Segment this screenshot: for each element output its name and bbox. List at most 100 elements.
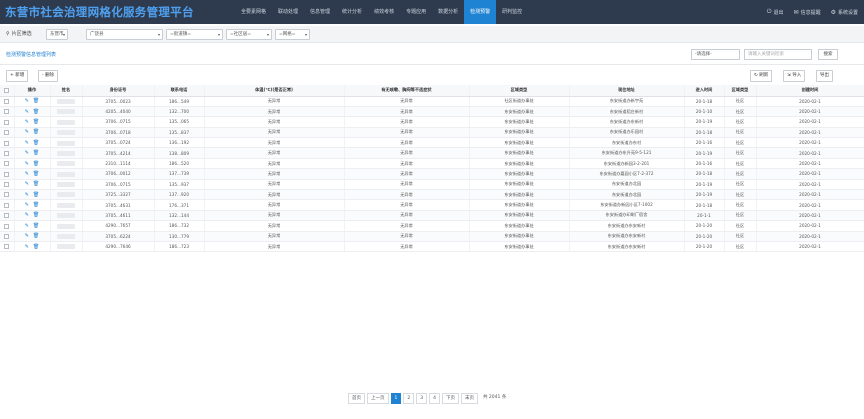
edit-icon[interactable]: ✎: [25, 181, 29, 187]
edit-icon[interactable]: ✎: [25, 171, 29, 177]
row-checkbox[interactable]: [4, 171, 10, 177]
grid-select[interactable]: =网格= ▾: [275, 29, 310, 40]
trash-icon[interactable]: 🗑: [33, 202, 39, 208]
table-cell: 东安街道办嘉园小区7-2-372: [569, 168, 685, 180]
district-select[interactable]: 广饶县 ▾: [86, 29, 163, 40]
trash-icon[interactable]: 🗑: [33, 150, 39, 156]
nav-item[interactable]: 全要素网格: [235, 0, 272, 24]
trash-icon[interactable]: 🗑: [33, 171, 39, 177]
page-number-button[interactable]: 3: [416, 393, 428, 404]
row-checkbox[interactable]: [4, 244, 10, 250]
refresh-button[interactable]: ↻ 刷新: [750, 70, 773, 82]
next-page-button[interactable]: 下页: [442, 393, 459, 404]
edit-icon[interactable]: ✎: [25, 140, 29, 146]
logout-link[interactable]: ⏻ 退出: [767, 8, 784, 16]
nav-item[interactable]: 数据分析: [432, 0, 464, 24]
edit-icon[interactable]: ✎: [25, 192, 29, 198]
trash-icon[interactable]: 🗑: [33, 181, 39, 187]
settings-link[interactable]: ⚙ 系统设置: [831, 9, 858, 16]
table-row: ✎ 🗑 3705...0023 186...549 无异常 无异常 社区街道办事处 东安街道办…: [0, 96, 864, 107]
select-all-checkbox[interactable]: [4, 88, 10, 93]
row-checkbox[interactable]: [4, 140, 10, 146]
edit-icon[interactable]: ✎: [25, 150, 29, 156]
row-checkbox[interactable]: [4, 234, 10, 240]
edit-icon[interactable]: ✎: [25, 223, 29, 229]
edit-icon[interactable]: ✎: [25, 202, 29, 208]
street-select[interactable]: =街道镇= ▾: [166, 29, 223, 40]
row-checkbox[interactable]: [4, 192, 10, 198]
row-checkbox[interactable]: [4, 161, 10, 167]
trash-icon[interactable]: 🗑: [33, 140, 39, 146]
search-input[interactable]: 请输入关键词检索: [744, 49, 812, 60]
row-checkbox[interactable]: [4, 130, 10, 136]
row-select-cell: [0, 96, 15, 107]
edit-icon[interactable]: ✎: [25, 161, 29, 167]
trash-icon[interactable]: 🗑: [33, 244, 39, 250]
table-cell: 20-1-19: [684, 179, 725, 191]
prev-page-button[interactable]: 上一页: [367, 393, 389, 404]
row-checkbox[interactable]: [4, 98, 10, 104]
first-page-button[interactable]: 首页: [348, 393, 365, 404]
name-cell: [50, 231, 83, 242]
row-checkbox[interactable]: [4, 119, 10, 125]
top-navigation-bar: 东营市社会治理网格化服务管理平台 全要素网格 联动处理 信息管理 统计分析 绩效考核 专题…: [0, 0, 864, 24]
row-select-cell: [0, 137, 15, 149]
trash-icon[interactable]: 🗑: [33, 119, 39, 125]
search-button[interactable]: 搜索: [818, 49, 838, 60]
row-checkbox[interactable]: [4, 182, 10, 188]
table-row: ✎ 🗑 3706...0012 137...739 无异常 无异常 东安街道办事处 东安街道办…: [0, 168, 864, 180]
nav-item[interactable]: 绩效考核: [368, 0, 400, 24]
nav-item[interactable]: 统计分析: [336, 0, 368, 24]
table-cell: 2020-02-1: [756, 127, 864, 139]
edit-icon[interactable]: ✎: [25, 119, 29, 125]
trash-icon[interactable]: 🗑: [33, 98, 39, 104]
page-number-button[interactable]: 4: [429, 393, 440, 404]
trash-icon[interactable]: 🗑: [33, 109, 39, 115]
nav-item[interactable]: 专题应用: [400, 0, 432, 24]
notification-link[interactable]: ✉ 信息提醒: [794, 9, 821, 16]
nav-item[interactable]: 研判监控: [496, 0, 528, 24]
redacted-name: [57, 192, 75, 198]
row-checkbox[interactable]: [4, 150, 10, 156]
row-checkbox[interactable]: [4, 223, 10, 229]
trash-icon[interactable]: 🗑: [33, 192, 39, 198]
trash-icon[interactable]: 🗑: [33, 223, 39, 229]
row-checkbox[interactable]: [4, 109, 10, 115]
edit-icon[interactable]: ✎: [25, 212, 29, 218]
table-cell: 4290...7657: [82, 220, 155, 232]
table-cell: 无异常: [204, 116, 345, 128]
app-title: 东营市社会治理网格化服务管理平台: [5, 5, 194, 19]
search-field-select[interactable]: -请选择-: [691, 49, 740, 60]
trash-icon[interactable]: 🗑: [33, 129, 39, 135]
row-select-cell: [0, 189, 15, 201]
edit-icon[interactable]: ✎: [25, 98, 29, 104]
nav-item[interactable]: 检测预警: [464, 0, 497, 24]
table-cell: 3705...4611: [82, 210, 155, 222]
nav-item[interactable]: 联动处理: [272, 0, 304, 24]
edit-icon[interactable]: ✎: [25, 233, 29, 239]
records-table: 操作 姓名 身份证号 联系电话 体温(℃)(是否正常) 有无咳嗽、胸闷等不适症状 区域类型现…: [0, 85, 864, 253]
last-page-button[interactable]: 末页: [461, 393, 478, 404]
edit-icon[interactable]: ✎: [25, 109, 29, 115]
edit-icon[interactable]: ✎: [25, 244, 29, 250]
add-button[interactable]: + 新增: [6, 70, 29, 82]
row-checkbox[interactable]: [4, 213, 10, 219]
page-number-button[interactable]: 2: [403, 393, 415, 404]
redacted-name: [57, 98, 75, 104]
page-number-button[interactable]: 1: [390, 393, 402, 404]
trash-icon[interactable]: 🗑: [33, 233, 39, 239]
trash-icon[interactable]: 🗑: [33, 161, 39, 167]
edit-icon[interactable]: ✎: [25, 129, 29, 135]
region-select[interactable]: 东营市 ▾: [46, 29, 68, 40]
table-cell: 20-1-18: [684, 127, 725, 139]
export-button[interactable]: 导出: [816, 70, 833, 82]
import-button[interactable]: ⇲ 导入: [783, 70, 806, 82]
nav-item[interactable]: 信息管理: [304, 0, 336, 24]
divider: [0, 64, 864, 65]
community-select[interactable]: =社区居= ▾: [226, 29, 272, 40]
row-checkbox[interactable]: [4, 202, 10, 208]
name-cell: [50, 179, 83, 191]
delete-button[interactable]: - 删除: [38, 70, 59, 82]
trash-icon[interactable]: 🗑: [33, 212, 39, 218]
table-cell: 20-1-1: [684, 210, 725, 222]
